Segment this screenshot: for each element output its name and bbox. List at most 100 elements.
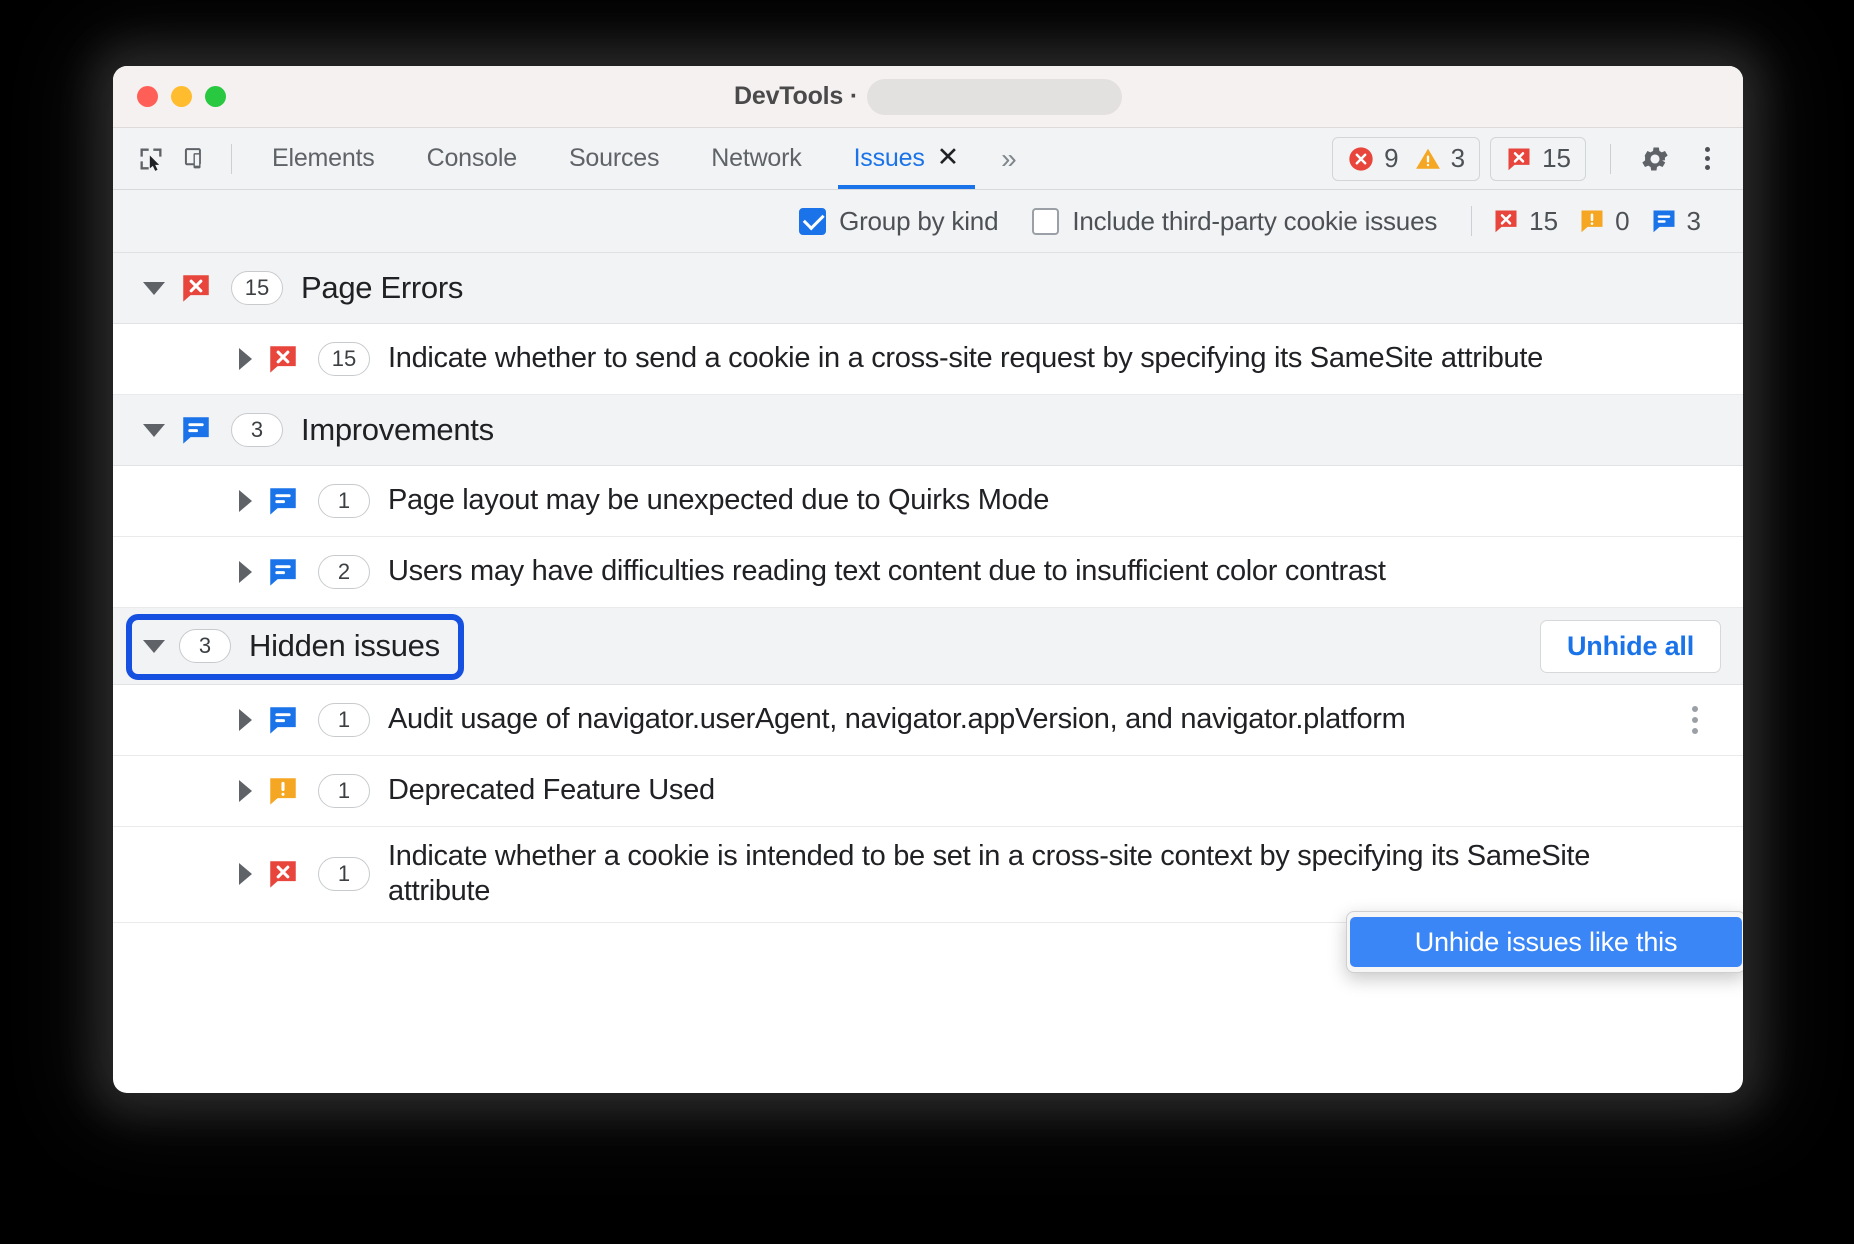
- warning-bubble-icon: [266, 774, 300, 808]
- main-menu-button[interactable]: [1685, 137, 1729, 181]
- include-third-party-label: Include third-party cookie issues: [1072, 206, 1437, 237]
- context-menu: Unhide issues like this: [1346, 911, 1743, 973]
- redacted-url-pill: [867, 79, 1122, 115]
- kebab-dot: [1705, 165, 1710, 170]
- gear-icon: [1639, 143, 1671, 175]
- tab-sources[interactable]: Sources: [543, 128, 685, 189]
- panel-tabs: Elements Console Sources Network Issues …: [246, 128, 985, 189]
- tab-console-label: Console: [427, 144, 517, 173]
- issue-row-menu-button[interactable]: [1677, 698, 1713, 742]
- issue-indent: [113, 863, 266, 885]
- inspect-element-icon: [137, 145, 165, 173]
- warning-triangle-icon: [1414, 145, 1442, 173]
- info-bubble-icon: [266, 703, 300, 737]
- error-bubble-icon: [179, 271, 213, 305]
- checkbox-box[interactable]: [799, 208, 826, 235]
- minimize-window-button[interactable]: [171, 86, 192, 107]
- issue-indent: [113, 348, 266, 370]
- hidden-issues-title: Hidden issues: [249, 628, 440, 664]
- info-bubble-icon: [179, 413, 213, 447]
- more-tabs-icon[interactable]: »: [1001, 143, 1013, 175]
- issues-filter-bar: Group by kind Include third-party cookie…: [113, 190, 1743, 253]
- info-bubble-icon: [1650, 207, 1678, 235]
- context-menu-item-unhide-issues-like-this[interactable]: Unhide issues like this: [1350, 917, 1742, 967]
- issue-row[interactable]: 1 Deprecated Feature Used: [113, 756, 1743, 827]
- issue-title: Users may have difficulties reading text…: [370, 554, 1396, 589]
- close-window-button[interactable]: [137, 86, 158, 107]
- error-bubble-icon: [1505, 145, 1533, 173]
- issue-row[interactable]: 1 Page layout may be unexpected due to Q…: [113, 466, 1743, 537]
- traffic-lights: [137, 86, 226, 107]
- severity-error-count: 15: [1492, 206, 1558, 237]
- issue-row[interactable]: 15 Indicate whether to send a cookie in …: [113, 324, 1743, 395]
- console-error-count: 9: [1384, 143, 1398, 174]
- issue-count-badge: 1: [318, 703, 370, 737]
- console-counts-badge[interactable]: 9 3: [1332, 137, 1480, 181]
- tab-issues-label: Issues: [854, 144, 925, 173]
- chevron-right-icon[interactable]: [239, 561, 252, 583]
- severity-warning-value: 0: [1615, 206, 1629, 237]
- tab-elements-label: Elements: [272, 144, 375, 173]
- issue-count-badge: 1: [318, 857, 370, 891]
- issue-title: Page layout may be unexpected due to Qui…: [370, 483, 1059, 518]
- chevron-right-icon[interactable]: [239, 709, 252, 731]
- window-title: DevTools ·: [734, 82, 858, 111]
- devtools-tabbar: Elements Console Sources Network Issues …: [113, 128, 1743, 190]
- checkbox-box[interactable]: [1032, 208, 1059, 235]
- toolbar-tool-icons: [131, 139, 217, 179]
- close-icon[interactable]: ✕: [937, 144, 959, 171]
- issue-row[interactable]: 1 Indicate whether a cookie is intended …: [113, 827, 1743, 923]
- tab-console[interactable]: Console: [401, 128, 543, 189]
- issue-row[interactable]: 2 Users may have difficulties reading te…: [113, 537, 1743, 608]
- issue-count-badge: 1: [318, 774, 370, 808]
- device-toolbar-icon: [183, 145, 211, 173]
- screenshot-root: DevTools ·: [0, 0, 1854, 1244]
- maximize-window-button[interactable]: [205, 86, 226, 107]
- inspect-element-button[interactable]: [131, 139, 171, 179]
- issue-title: Audit usage of navigator.userAgent, navi…: [370, 702, 1415, 737]
- issues-count-badge[interactable]: 15: [1490, 137, 1586, 181]
- tab-sources-label: Sources: [569, 144, 659, 173]
- chevron-down-icon[interactable]: [143, 640, 165, 653]
- chevron-down-icon[interactable]: [143, 424, 165, 437]
- issue-title: Deprecated Feature Used: [370, 773, 725, 808]
- severity-error-value: 15: [1529, 206, 1558, 237]
- group-count-badge: 3: [231, 413, 283, 447]
- group-title: Improvements: [301, 412, 494, 448]
- kebab-dot: [1705, 156, 1710, 161]
- kebab-dot: [1705, 147, 1710, 152]
- issues-count-value: 15: [1542, 143, 1571, 174]
- unhide-all-button[interactable]: Unhide all: [1540, 620, 1721, 673]
- issue-indent: [113, 490, 266, 512]
- window-title-wrap: DevTools ·: [113, 79, 1743, 115]
- issue-title: Indicate whether to send a cookie in a c…: [370, 341, 1553, 376]
- group-header-improvements[interactable]: 3 Improvements: [113, 395, 1743, 466]
- info-bubble-icon: [266, 555, 300, 589]
- tab-issues[interactable]: Issues ✕: [828, 128, 986, 189]
- issue-count-badge: 15: [318, 342, 370, 376]
- error-bubble-icon: [266, 857, 300, 891]
- kebab-dot: [1692, 728, 1698, 734]
- error-bubble-icon: [266, 342, 300, 376]
- issue-title: Indicate whether a cookie is intended to…: [370, 839, 1700, 910]
- chevron-down-icon[interactable]: [143, 282, 165, 295]
- device-toolbar-button[interactable]: [177, 139, 217, 179]
- include-third-party-checkbox[interactable]: Include third-party cookie issues: [1032, 206, 1437, 237]
- chevron-right-icon[interactable]: [239, 490, 252, 512]
- chevron-right-icon[interactable]: [239, 780, 252, 802]
- hidden-count-badge: 3: [179, 629, 231, 663]
- settings-button[interactable]: [1635, 139, 1675, 179]
- group-by-kind-checkbox[interactable]: Group by kind: [799, 206, 998, 237]
- group-header-page-errors[interactable]: 15 Page Errors: [113, 253, 1743, 324]
- error-bubble-icon: [1492, 207, 1520, 235]
- chevron-right-icon[interactable]: [239, 348, 252, 370]
- severity-improvement-value: 3: [1687, 206, 1701, 237]
- group-by-kind-label: Group by kind: [839, 206, 998, 237]
- hidden-issues-header[interactable]: 3 Hidden issues Unhide all: [113, 608, 1743, 685]
- tab-elements[interactable]: Elements: [246, 128, 401, 189]
- error-circle-icon: [1347, 145, 1375, 173]
- chevron-right-icon[interactable]: [239, 863, 252, 885]
- filterbar-divider: [1471, 206, 1472, 236]
- tab-network[interactable]: Network: [685, 128, 827, 189]
- issue-row[interactable]: 1 Audit usage of navigator.userAgent, na…: [113, 685, 1743, 756]
